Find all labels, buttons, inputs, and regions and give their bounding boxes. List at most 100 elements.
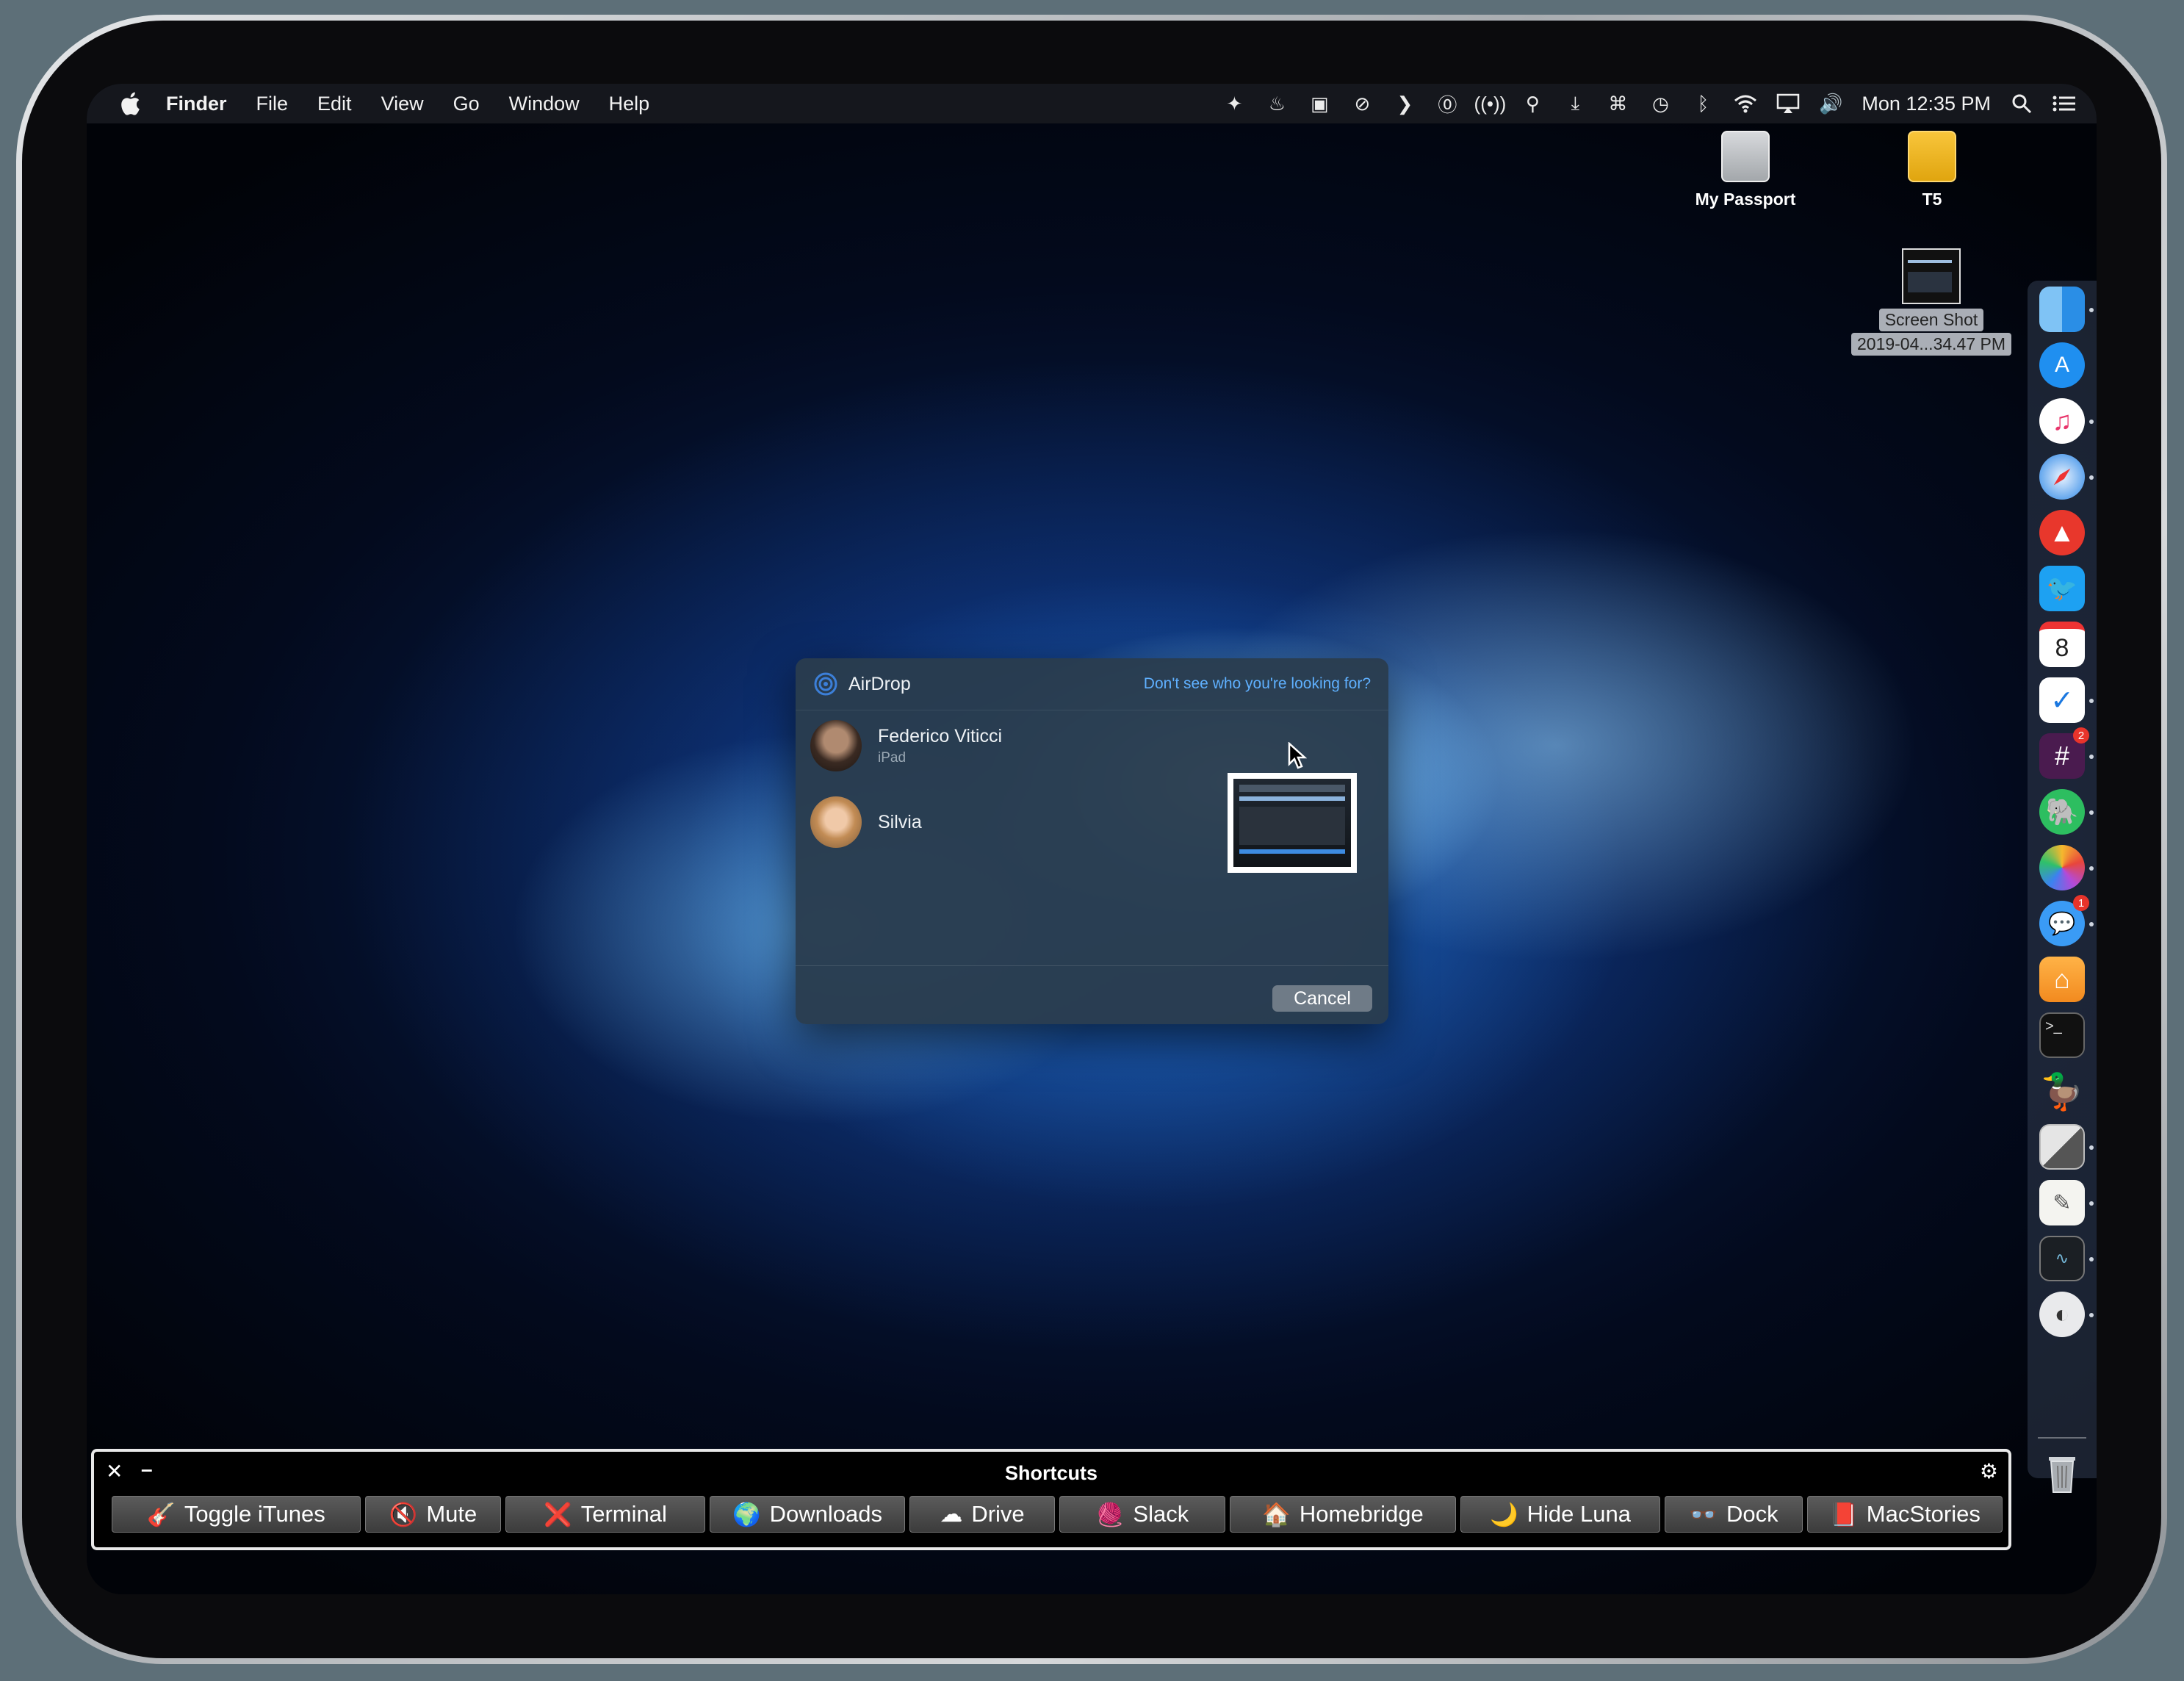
- screen-icon[interactable]: ▣: [1308, 92, 1331, 115]
- airdrop-recipient[interactable]: Federico Viticci iPad: [810, 720, 1002, 771]
- desktop-item-label-line1: Screen Shot: [1878, 309, 1984, 331]
- flame-icon[interactable]: ♨: [1265, 92, 1289, 115]
- shortcut-label: Homebridge: [1299, 1501, 1424, 1527]
- shortcut-drive-button[interactable]: ☁ Drive: [909, 1496, 1055, 1533]
- airplay-icon[interactable]: [1776, 92, 1800, 115]
- chevron-right-icon[interactable]: ❯: [1393, 92, 1416, 115]
- spotlight-search-icon[interactable]: [2010, 92, 2033, 115]
- running-indicator: [2089, 1257, 2094, 1261]
- running-indicator: [2089, 308, 2094, 312]
- menu-app-name[interactable]: Finder: [166, 93, 227, 115]
- screenshot-editor-icon[interactable]: [2039, 1124, 2085, 1170]
- running-indicator: [2089, 1145, 2094, 1150]
- evernote-icon[interactable]: 🐘: [2039, 789, 2085, 835]
- shortcut-dock-button[interactable]: 👓 Dock: [1665, 1496, 1803, 1533]
- bluetooth-icon[interactable]: ᛒ: [1691, 92, 1715, 115]
- apple-logo-icon[interactable]: [118, 90, 145, 118]
- menu-edit[interactable]: Edit: [317, 93, 352, 115]
- textedit-icon[interactable]: ✎: [2039, 1180, 2085, 1225]
- shortcut-label: Terminal: [580, 1501, 667, 1527]
- menu-window[interactable]: Window: [509, 93, 580, 115]
- running-indicator: [2089, 922, 2094, 926]
- desktop-item-label-line2: 2019-04...34.47 PM: [1850, 333, 2012, 356]
- console-icon[interactable]: ∿: [2039, 1236, 2085, 1281]
- terminal-icon[interactable]: >_: [2039, 1012, 2085, 1058]
- download-tray-icon[interactable]: ⤓: [1563, 92, 1587, 115]
- no-location-icon[interactable]: ⊘: [1350, 92, 1374, 115]
- desktop-item-t5[interactable]: T5: [1888, 131, 1976, 209]
- cross-mark-icon: ❌: [544, 1501, 572, 1527]
- airdrop-header: AirDrop Don't see who you're looking for…: [796, 658, 1388, 710]
- menu-view[interactable]: View: [381, 93, 424, 115]
- shortcut-downloads-button[interactable]: 🌍 Downloads: [710, 1496, 905, 1533]
- airdrop-recipient[interactable]: Silvia: [810, 796, 922, 848]
- messages-icon[interactable]: 💬 1: [2039, 895, 2089, 946]
- cloud-icon: ☁: [940, 1501, 963, 1527]
- desktop-item-my-passport[interactable]: My Passport: [1687, 131, 1804, 209]
- external-drive-icon: [1908, 131, 1956, 182]
- shortcut-label: Mute: [426, 1501, 477, 1527]
- shortcut-homebridge-button[interactable]: 🏠 Homebridge: [1230, 1496, 1456, 1533]
- running-indicator: [2089, 420, 2094, 424]
- app-store-icon[interactable]: A: [2039, 342, 2085, 388]
- photos-icon[interactable]: [2039, 845, 2085, 890]
- shortcut-macstories-button[interactable]: 📕 MacStories: [1807, 1496, 2003, 1533]
- things-icon[interactable]: ✓: [2039, 677, 2085, 723]
- dock-separator: [2038, 1437, 2086, 1439]
- broadcast-icon[interactable]: ((•)): [1474, 92, 1507, 115]
- volume-icon[interactable]: 🔊: [1819, 92, 1842, 115]
- command-icon[interactable]: ⌘: [1606, 92, 1629, 115]
- finder-icon[interactable]: [2039, 287, 2085, 332]
- shortcut-hide-luna-button[interactable]: 🌙 Hide Luna: [1460, 1496, 1660, 1533]
- running-indicator: [2089, 1201, 2094, 1206]
- guitar-icon: 🎸: [147, 1501, 176, 1527]
- shortcut-slack-button[interactable]: 🧶 Slack: [1059, 1496, 1225, 1533]
- cancel-button[interactable]: Cancel: [1272, 985, 1372, 1012]
- twitter-icon[interactable]: 🐦: [2039, 566, 2085, 611]
- shortcut-buttons-row: 🎸 Toggle iTunes 🔇 Mute ❌ Terminal 🌍 Down…: [112, 1496, 2003, 1533]
- recipient-name: Silvia: [878, 811, 922, 832]
- dock: A ♫ ▲ 🐦 8 ✓ # 2 🐘 💬 1 ⌂ >_ 🦆 ✎ ∿ ◐: [2028, 281, 2097, 1493]
- recipient-name: Federico Viticci: [878, 725, 1003, 746]
- shortcut-label: MacStories: [1866, 1501, 1981, 1527]
- shortcut-label: Downloads: [769, 1501, 882, 1527]
- desktop-item-screenshot[interactable]: Screen Shot 2019-04...34.47 PM: [1835, 248, 2028, 356]
- menu-file[interactable]: File: [256, 93, 289, 115]
- time-machine-icon[interactable]: ◷: [1648, 92, 1672, 115]
- broom-icon[interactable]: ⚲: [1521, 92, 1544, 115]
- spark-icon[interactable]: ▲: [2039, 510, 2085, 555]
- calendar-icon[interactable]: 8: [2039, 622, 2085, 667]
- notification-center-icon[interactable]: [2053, 92, 2076, 115]
- running-indicator: [2089, 1313, 2094, 1317]
- airdrop-separator: [796, 965, 1388, 966]
- status-menu-area: ✦ ♨ ▣ ⊘ ❯ ⓪ ((•)) ⚲ ⤓ ⌘ ◷ ᛒ 🔊 Mon 12:35 …: [1222, 84, 2076, 123]
- trash-icon[interactable]: [2039, 1450, 2085, 1496]
- mute-icon: 🔇: [389, 1501, 418, 1527]
- shortcuts-title: Shortcuts: [1004, 1462, 1098, 1484]
- menu-go[interactable]: Go: [453, 93, 480, 115]
- desktop-item-label: T5: [1922, 190, 1942, 209]
- shortcuts-panel: ✕ – Shortcuts ⚙ 🎸 Toggle iTunes 🔇 Mute ❌…: [91, 1449, 2011, 1550]
- shortcut-label: Dock: [1726, 1501, 1778, 1527]
- mac-desktop-screen: Finder File Edit View Go Window Help ✦ ♨…: [87, 84, 2097, 1594]
- slack-icon[interactable]: # 2: [2039, 727, 2089, 779]
- home-icon[interactable]: ⌂: [2039, 957, 2085, 1002]
- luna-display-icon[interactable]: ◐: [2039, 1292, 2085, 1337]
- shared-file-thumbnail: [1228, 773, 1357, 873]
- yarn-icon: 🧶: [1095, 1501, 1125, 1527]
- itunes-icon[interactable]: ♫: [2039, 398, 2085, 444]
- 1password-icon[interactable]: ⓪: [1435, 92, 1459, 116]
- airdrop-dialog: AirDrop Don't see who you're looking for…: [796, 658, 1388, 1024]
- shortcut-terminal-button[interactable]: ❌ Terminal: [505, 1496, 705, 1533]
- airdrop-help-link[interactable]: Don't see who you're looking for?: [1144, 675, 1371, 693]
- cyberduck-icon[interactable]: 🦆: [2039, 1068, 2085, 1114]
- dropbox-icon[interactable]: ✦: [1222, 92, 1246, 115]
- shortcut-toggle-itunes-button[interactable]: 🎸 Toggle iTunes: [112, 1496, 361, 1533]
- menubar-clock[interactable]: Mon 12:35 PM: [1862, 93, 1991, 115]
- shortcut-mute-button[interactable]: 🔇 Mute: [365, 1496, 501, 1533]
- gear-icon[interactable]: ⚙: [1980, 1459, 1998, 1483]
- safari-icon[interactable]: [2039, 454, 2085, 500]
- running-indicator: [2089, 699, 2094, 703]
- wifi-icon[interactable]: [1734, 92, 1757, 115]
- menu-help[interactable]: Help: [609, 93, 650, 115]
